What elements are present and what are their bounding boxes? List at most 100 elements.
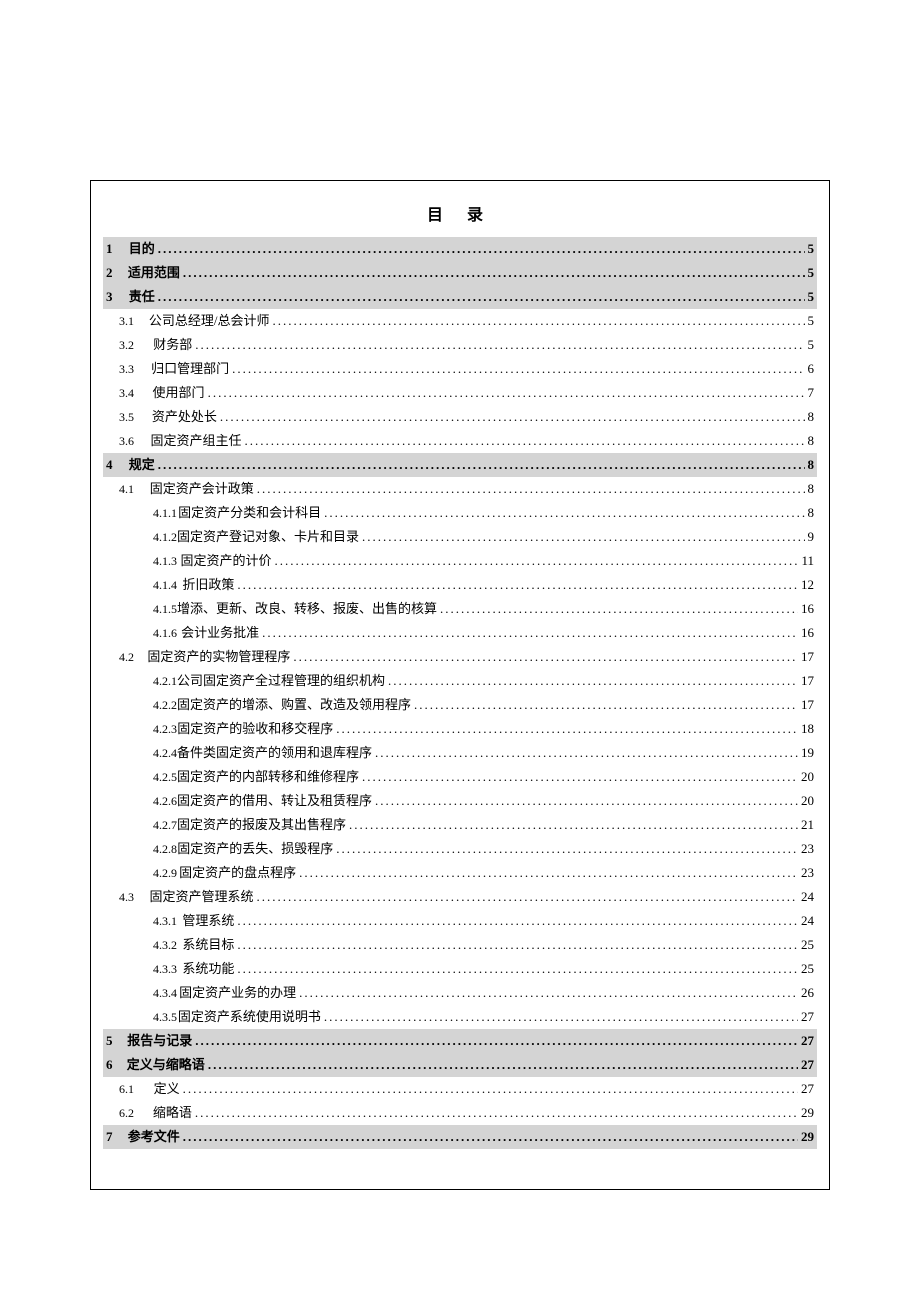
toc-entry-number: 7 — [103, 1125, 128, 1149]
toc-leader-dots: ........................................… — [183, 1125, 798, 1149]
toc-entry-text: 固定资产的增添、购置、改造及领用程序 — [177, 693, 411, 717]
toc-entry-text: 固定资产登记对象、卡片和目录 — [177, 525, 359, 549]
toc-leader-dots: ........................................… — [324, 1005, 798, 1029]
toc-entry-page: 27 — [801, 1005, 817, 1029]
toc-leader-dots: ........................................… — [195, 333, 804, 357]
toc-entry: 7参考文件...................................… — [103, 1125, 817, 1149]
toc-entry-page: 23 — [801, 837, 817, 861]
toc-entry-text: 适用范围 — [128, 261, 180, 285]
toc-entry-text: 固定资产的借用、转让及租赁程序 — [177, 789, 372, 813]
toc-entry-text: 备件类固定资产的领用和退库程序 — [177, 741, 372, 765]
toc-leader-dots: ........................................… — [414, 693, 798, 717]
toc-entry-page: 11 — [801, 549, 817, 573]
toc-entry-page: 18 — [801, 717, 817, 741]
toc-entry: 3.4使用部门.................................… — [103, 381, 817, 405]
toc-entry-number: 4.1.3 — [103, 549, 180, 573]
toc-leader-dots: ........................................… — [375, 741, 798, 765]
toc-entry-text: 定义 — [154, 1077, 180, 1101]
toc-entry-number: 4.2 — [103, 645, 147, 669]
toc-entry: 3.6固定资产组主任..............................… — [103, 429, 817, 453]
toc-entry: 4.2.4备件类固定资产的领用和退库程序....................… — [103, 741, 817, 765]
toc-entry-text: 规定 — [129, 453, 155, 477]
toc-entry-page: 27 — [801, 1053, 817, 1077]
toc-entry: 3.2财务部..................................… — [103, 333, 817, 357]
toc-entry: 4.2.8固定资产的丢失、损毁程序.......................… — [103, 837, 817, 861]
toc-entry-number: 4.3.4 — [103, 981, 179, 1005]
toc-body: 1目的.....................................… — [103, 237, 817, 1149]
toc-entry-text: 报告与记录 — [127, 1029, 192, 1053]
toc-entry-page: 8 — [808, 429, 818, 453]
toc-entry-number: 4.3.1 — [103, 909, 182, 933]
toc-entry: 4.3.3系统功能...............................… — [103, 957, 817, 981]
toc-entry: 4.2固定资产的实物管理程序..........................… — [103, 645, 817, 669]
toc-leader-dots: ........................................… — [244, 429, 804, 453]
toc-entry: 4.3固定资产管理系统.............................… — [103, 885, 817, 909]
toc-leader-dots: ........................................… — [237, 933, 798, 957]
toc-leader-dots: ........................................… — [349, 813, 798, 837]
toc-entry-number: 4.2.6 — [103, 789, 177, 813]
toc-entry-page: 20 — [801, 789, 817, 813]
toc-leader-dots: ........................................… — [336, 717, 798, 741]
toc-entry-number: 4.1.5 — [103, 597, 177, 621]
toc-leader-dots: ........................................… — [183, 1077, 798, 1101]
toc-leader-dots: ........................................… — [262, 621, 798, 645]
toc-entry-page: 5 — [808, 237, 818, 261]
toc-entry-page: 29 — [801, 1101, 817, 1125]
toc-entry-number: 4.2.7 — [103, 813, 177, 837]
toc-entry-number: 6.2 — [103, 1101, 153, 1125]
toc-entry-page: 17 — [801, 645, 817, 669]
toc-entry-page: 17 — [801, 669, 817, 693]
toc-leader-dots: ........................................… — [299, 981, 798, 1005]
toc-entry-text: 固定资产的报废及其出售程序 — [177, 813, 346, 837]
toc-entry-number: 4.1.4 — [103, 573, 182, 597]
toc-entry: 4.1.3固定资产的计价............................… — [103, 549, 817, 573]
toc-entry-text: 使用部门 — [153, 381, 205, 405]
toc-entry: 4.1.2固定资产登记对象、卡片和目录.....................… — [103, 525, 817, 549]
toc-leader-dots: ........................................… — [208, 1053, 798, 1077]
toc-entry-page: 17 — [801, 693, 817, 717]
toc-entry: 4.2.3固定资产的验收和移交程序.......................… — [103, 717, 817, 741]
toc-entry: 4.2.7固定资产的报废及其出售程序......................… — [103, 813, 817, 837]
toc-entry: 3.1公司总经理/总会计师...........................… — [103, 309, 817, 333]
toc-leader-dots: ........................................… — [293, 645, 798, 669]
toc-entry: 5报告与记录..................................… — [103, 1029, 817, 1053]
toc-title: 目 录 — [103, 201, 817, 225]
toc-leader-dots: ........................................… — [257, 477, 805, 501]
toc-entry-number: 4.2.2 — [103, 693, 177, 717]
toc-entry-number: 4.1.1 — [103, 501, 178, 525]
toc-leader-dots: ........................................… — [324, 501, 804, 525]
toc-entry-page: 8 — [808, 501, 818, 525]
toc-entry-text: 公司总经理/总会计师 — [149, 309, 270, 333]
toc-leader-dots: ........................................… — [362, 525, 804, 549]
toc-entry: 4.2.9固定资产的盘点程序..........................… — [103, 861, 817, 885]
toc-entry-text: 增添、更新、改良、转移、报废、出售的核算 — [177, 597, 437, 621]
toc-entry-number: 4.3.5 — [103, 1005, 178, 1029]
toc-entry-text: 固定资产管理系统 — [149, 885, 253, 909]
toc-entry: 4.1固定资产会计政策.............................… — [103, 477, 817, 501]
toc-entry: 4.3.5固定资产系统使用说明书........................… — [103, 1005, 817, 1029]
toc-entry-number: 4.2.8 — [103, 837, 177, 861]
toc-entry-text: 系统目标 — [182, 933, 234, 957]
toc-entry-number: 4.1 — [103, 477, 150, 501]
toc-entry: 2适用范围...................................… — [103, 261, 817, 285]
toc-entry: 4.2.1公司固定资产全过程管理的组织机构...................… — [103, 669, 817, 693]
toc-entry-text: 定义与缩略语 — [127, 1053, 205, 1077]
toc-entry-page: 25 — [801, 933, 817, 957]
toc-entry-number: 3.5 — [103, 405, 152, 429]
toc-leader-dots: ........................................… — [232, 357, 804, 381]
toc-entry: 4.3.1管理系统...............................… — [103, 909, 817, 933]
toc-entry-number: 6.1 — [103, 1077, 154, 1101]
toc-entry-number: 3.6 — [103, 429, 150, 453]
toc-entry-number: 4.2.4 — [103, 741, 177, 765]
toc-entry-page: 5 — [808, 261, 818, 285]
toc-entry-page: 9 — [808, 525, 818, 549]
toc-entry-page: 12 — [801, 573, 817, 597]
toc-entry-page: 7 — [808, 381, 818, 405]
toc-entry-page: 5 — [808, 309, 818, 333]
toc-entry-page: 16 — [801, 597, 817, 621]
toc-entry-text: 固定资产系统使用说明书 — [178, 1005, 321, 1029]
toc-entry: 4.1.5增添、更新、改良、转移、报废、出售的核算...............… — [103, 597, 817, 621]
toc-entry-number: 4.3.3 — [103, 957, 182, 981]
toc-entry-number: 3 — [103, 285, 129, 309]
toc-leader-dots: ........................................… — [195, 1101, 798, 1125]
